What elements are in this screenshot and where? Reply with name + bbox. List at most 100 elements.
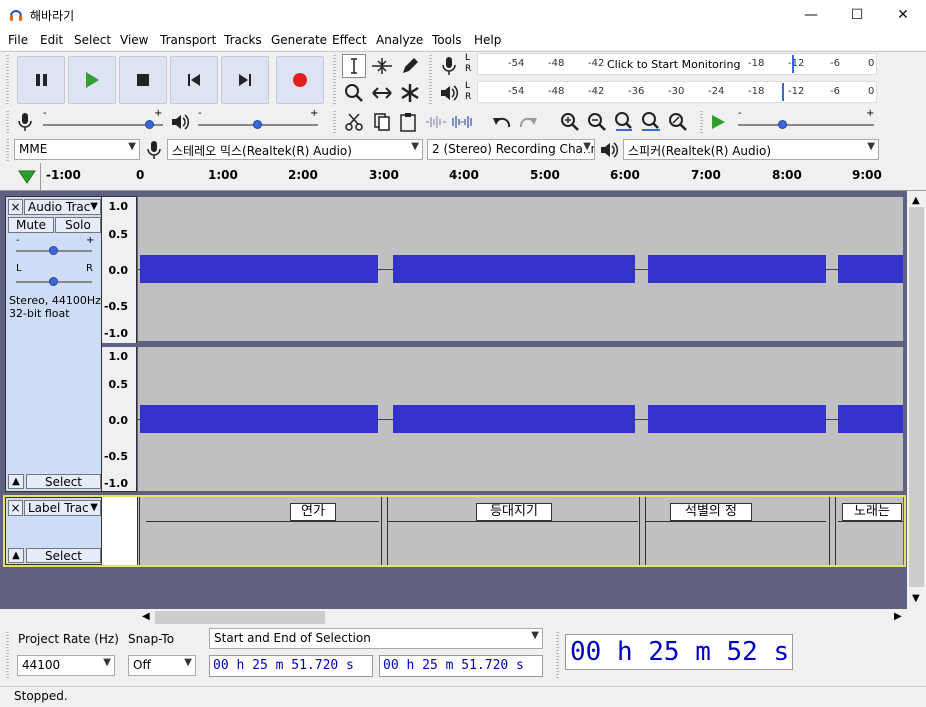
selection-mode-select[interactable]: Start and End of Selection ▼ xyxy=(209,628,543,649)
label-text[interactable]: 연가 xyxy=(290,503,336,521)
vertical-scroll-thumb[interactable] xyxy=(909,207,924,587)
meter-grip[interactable] xyxy=(429,55,432,105)
menu-tools[interactable]: Tools xyxy=(432,33,462,47)
audio-host-select[interactable]: MME ▼ xyxy=(14,139,140,160)
edit-grip[interactable] xyxy=(333,111,336,133)
playback-meter[interactable]: -54 -48 -42 -36 -30 -24 -18 -12 -6 0 xyxy=(477,81,877,103)
label-track-area[interactable]: 연가 등대지기 석별의 정 노래는 xyxy=(138,497,903,565)
skip-to-end-button[interactable] xyxy=(221,56,269,104)
pause-button[interactable] xyxy=(17,56,65,104)
audio-clip-3[interactable] xyxy=(648,255,826,283)
close-window-button[interactable]: ✕ xyxy=(880,0,926,30)
selection-grip[interactable] xyxy=(6,632,9,680)
undo-button[interactable] xyxy=(490,110,514,134)
play-button[interactable] xyxy=(68,56,116,104)
playback-volume-knob[interactable] xyxy=(253,120,262,129)
start-monitoring-text[interactable]: Click to Start Monitoring xyxy=(607,58,740,71)
stop-button[interactable] xyxy=(119,56,167,104)
zoom-out-button[interactable] xyxy=(585,110,609,134)
tools-grip[interactable] xyxy=(333,55,336,105)
recording-volume-knob[interactable] xyxy=(145,120,154,129)
play-speed-grip[interactable] xyxy=(700,111,703,133)
copy-button[interactable] xyxy=(370,110,394,134)
select-track-button[interactable]: Select xyxy=(26,474,101,489)
track-menu-button[interactable]: Label Trac ▼ xyxy=(24,500,101,516)
playback-meter-button[interactable] xyxy=(437,81,461,105)
cut-button[interactable] xyxy=(342,110,366,134)
menu-analyze[interactable]: Analyze xyxy=(376,33,423,47)
audio-clip-2[interactable] xyxy=(393,405,635,433)
mute-button[interactable]: Mute xyxy=(8,217,54,233)
record-meter-button[interactable] xyxy=(437,54,461,78)
audio-position-time[interactable]: 00 h 25 m 52 s xyxy=(565,634,793,670)
vertical-scrollbar[interactable]: ▲ ▼ xyxy=(907,191,926,609)
track-menu-button[interactable]: Audio Trac ▼ xyxy=(24,199,101,215)
gain-knob[interactable] xyxy=(49,246,58,255)
recording-device-select[interactable]: 스테레오 믹스(Realtek(R) Audio) ▼ xyxy=(167,139,423,160)
label-boundary[interactable] xyxy=(645,497,646,565)
label-text[interactable]: 석별의 정 xyxy=(670,503,752,521)
waveform-left-channel[interactable] xyxy=(138,197,903,341)
time-shift-tool[interactable] xyxy=(370,81,394,105)
maximize-button[interactable]: ☐ xyxy=(834,0,880,30)
menu-generate[interactable]: Generate xyxy=(271,33,327,47)
horizontal-scroll-thumb[interactable] xyxy=(155,611,325,624)
play-speed-knob[interactable] xyxy=(778,120,787,129)
zoom-in-button[interactable] xyxy=(558,110,582,134)
silence-button[interactable] xyxy=(450,110,474,134)
audio-clip-1[interactable] xyxy=(140,255,378,283)
selection-tool[interactable] xyxy=(342,54,366,78)
playback-device-select[interactable]: 스피커(Realtek(R) Audio) ▼ xyxy=(623,139,879,160)
snap-to-select[interactable]: Off ▼ xyxy=(128,655,196,676)
collapse-track-button[interactable]: ▲ xyxy=(8,548,24,563)
horizontal-scrollbar[interactable]: ◀ ▶ xyxy=(0,609,907,626)
audio-clip-3[interactable] xyxy=(648,405,826,433)
timeline-ruler[interactable]: -1:00 0 1:00 2:00 3:00 4:00 5:00 6:00 7:… xyxy=(0,163,926,191)
menu-file[interactable]: File xyxy=(8,33,28,47)
device-grip[interactable] xyxy=(6,139,9,161)
toolbar-grip[interactable] xyxy=(6,55,9,105)
amplitude-ruler[interactable]: 1.0 0.5 0.0 -0.5 -1.0 1.0 0.5 0.0 -0.5 -… xyxy=(102,196,137,492)
zoom-toggle-button[interactable] xyxy=(666,110,690,134)
play-at-speed-button[interactable] xyxy=(706,110,730,134)
record-button[interactable] xyxy=(276,56,324,104)
audio-clip-4[interactable] xyxy=(838,255,903,283)
menu-view[interactable]: View xyxy=(120,33,148,47)
multi-tool[interactable] xyxy=(398,81,422,105)
scroll-left-icon[interactable]: ◀ xyxy=(142,611,150,622)
zoom-tool[interactable] xyxy=(342,81,366,105)
label-boundary[interactable] xyxy=(835,497,836,565)
label-boundary[interactable] xyxy=(381,497,382,565)
scroll-up-icon[interactable]: ▲ xyxy=(912,195,920,206)
fit-project-button[interactable] xyxy=(639,110,663,134)
envelope-tool[interactable] xyxy=(370,54,394,78)
scroll-right-icon[interactable]: ▶ xyxy=(894,611,902,622)
menu-tracks[interactable]: Tracks xyxy=(224,33,262,47)
play-speed-slider[interactable] xyxy=(738,124,874,126)
draw-tool[interactable] xyxy=(398,54,422,78)
waveform-right-channel[interactable] xyxy=(138,347,903,491)
label-text[interactable]: 노래는 xyxy=(842,503,902,521)
redo-button[interactable] xyxy=(516,110,540,134)
track-close-button[interactable]: × xyxy=(8,500,23,516)
minimize-button[interactable]: — xyxy=(788,0,834,30)
paste-button[interactable] xyxy=(396,110,420,134)
solo-button[interactable]: Solo xyxy=(55,217,101,233)
skip-to-start-button[interactable] xyxy=(170,56,218,104)
label-boundary[interactable] xyxy=(387,497,388,565)
fit-selection-button[interactable] xyxy=(612,110,636,134)
project-rate-select[interactable]: 44100 ▼ xyxy=(17,655,115,676)
collapse-track-button[interactable]: ▲ xyxy=(8,474,24,489)
menu-edit[interactable]: Edit xyxy=(40,33,63,47)
label-boundary[interactable] xyxy=(139,497,140,565)
channels-select[interactable]: 2 (Stereo) Recording Chann ▼ xyxy=(427,139,595,160)
menu-transport[interactable]: Transport xyxy=(160,33,216,47)
scroll-down-icon[interactable]: ▼ xyxy=(912,593,920,604)
pan-knob[interactable] xyxy=(49,277,58,286)
trim-button[interactable] xyxy=(424,110,448,134)
menu-select[interactable]: Select xyxy=(74,33,111,47)
track-close-button[interactable]: × xyxy=(8,199,23,215)
play-head-icon[interactable] xyxy=(18,169,36,185)
selection-start-time[interactable]: 00 h 25 m 51.720 s xyxy=(209,655,373,677)
recording-meter[interactable]: -54 -48 -42 Click to Start Monitoring -1… xyxy=(477,53,877,75)
